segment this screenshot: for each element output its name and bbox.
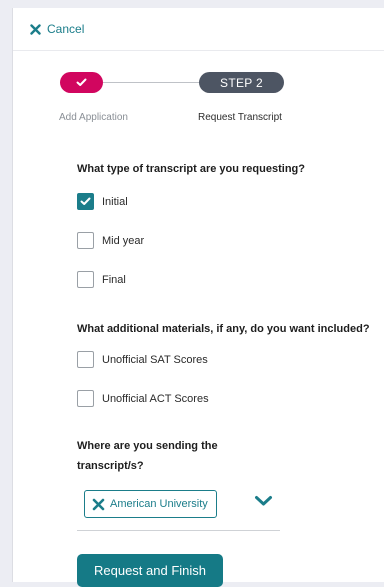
checkbox-mid-year[interactable] [77, 232, 94, 249]
selected-school-chip: American University [84, 490, 217, 518]
destination-question: Where are you sending the transcript/s? [77, 440, 218, 472]
check-icon [80, 197, 91, 205]
close-icon [30, 23, 41, 35]
checkbox-act-scores[interactable] [77, 390, 94, 407]
option-label: Unofficial SAT Scores [102, 353, 208, 366]
option-label: Mid year [102, 234, 145, 247]
cancel-button[interactable]: Cancel [30, 22, 84, 36]
step-1-label: Add Application [59, 112, 128, 123]
option-label: Final [102, 273, 126, 286]
transcript-type-question: What type of transcript are you requesti… [77, 163, 305, 175]
chevron-down-icon [255, 496, 272, 506]
request-transcript-panel: Cancel STEP 2 Add Application Request Tr… [12, 8, 384, 587]
school-select-underline [77, 530, 280, 531]
selected-school-label: American University [110, 498, 208, 510]
step-1-complete-badge [60, 72, 103, 93]
checkbox-initial[interactable] [77, 193, 94, 210]
step-2-badge: STEP 2 [199, 72, 284, 93]
school-dropdown-toggle[interactable] [254, 494, 273, 512]
header-divider [13, 50, 384, 51]
option-sat-scores[interactable]: Unofficial SAT Scores [77, 351, 208, 368]
option-final[interactable]: Final [77, 271, 126, 288]
cancel-label: Cancel [47, 22, 85, 36]
option-act-scores[interactable]: Unofficial ACT Scores [77, 390, 209, 407]
option-initial[interactable]: Initial [77, 193, 128, 210]
step-2-label: Request Transcript [198, 112, 282, 123]
stepper-connector [103, 82, 213, 83]
option-label: Unofficial ACT Scores [102, 392, 209, 405]
close-icon [92, 498, 105, 510]
check-icon [76, 74, 87, 92]
request-and-finish-button[interactable]: Request and Finish [77, 554, 223, 587]
additional-materials-question: What additional materials, if any, do yo… [77, 323, 370, 335]
remove-school-button[interactable] [92, 498, 105, 511]
option-label: Initial [102, 195, 128, 208]
checkbox-sat-scores[interactable] [77, 351, 94, 368]
checkbox-final[interactable] [77, 271, 94, 288]
option-mid-year[interactable]: Mid year [77, 232, 144, 249]
